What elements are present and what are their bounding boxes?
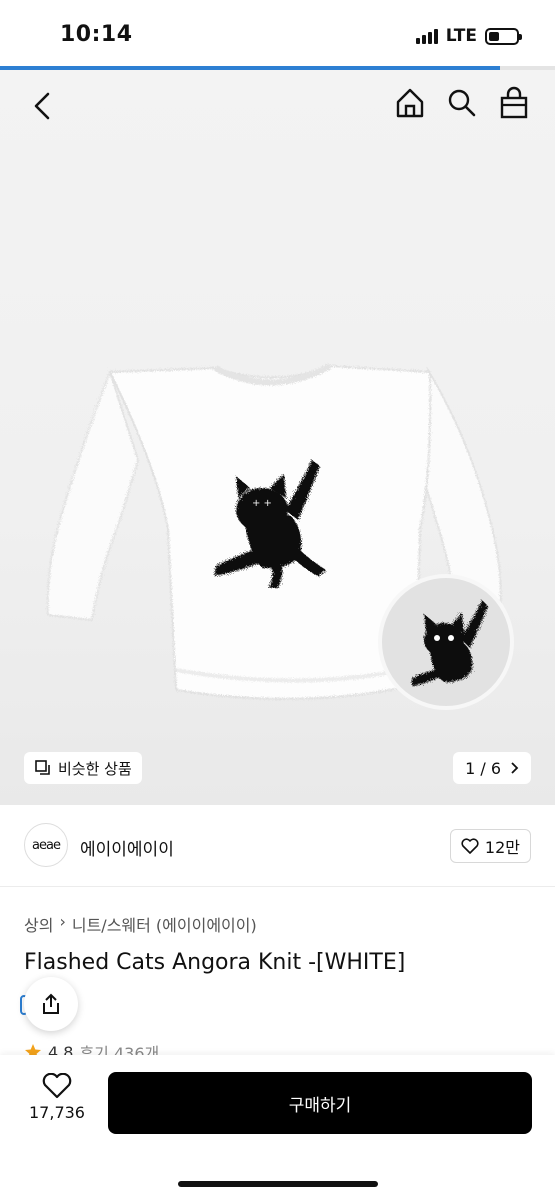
shopping-bag-icon[interactable] bbox=[499, 86, 529, 120]
share-button[interactable] bbox=[24, 977, 78, 1031]
search-icon[interactable] bbox=[447, 86, 477, 120]
wishlist-button[interactable]: 17,736 bbox=[26, 1073, 88, 1137]
brand-like-button[interactable]: 12만 bbox=[449, 829, 531, 863]
status-time: 10:14 bbox=[60, 22, 133, 47]
home-icon[interactable] bbox=[395, 86, 425, 120]
svg-text:+ +: + + bbox=[252, 498, 272, 509]
detail-zoom-image bbox=[378, 574, 514, 710]
signal-icon bbox=[415, 28, 438, 44]
brand-row[interactable]: aeae 에이이에이이 12만 bbox=[0, 805, 555, 887]
back-icon[interactable] bbox=[28, 88, 58, 124]
home-indicator[interactable] bbox=[178, 1181, 378, 1187]
chevron-right-icon bbox=[511, 762, 519, 774]
product-gallery[interactable]: + + 비슷한 상품 1 / 6 bbox=[0, 70, 555, 805]
share-icon bbox=[43, 993, 59, 1014]
brand-name[interactable]: 에이이에이이 bbox=[80, 835, 174, 860]
breadcrumb-separator-icon: › bbox=[59, 912, 66, 931]
brand-like-count: 12만 bbox=[484, 838, 520, 857]
copy-icon bbox=[35, 760, 50, 775]
heart-icon bbox=[42, 1073, 72, 1099]
top-nav-actions bbox=[395, 86, 529, 120]
wishlist-count: 17,736 bbox=[29, 1103, 85, 1122]
breadcrumb-item-subcategory[interactable]: 니트/스웨터 (에이이에이이) bbox=[72, 912, 257, 936]
similar-products-button[interactable]: 비슷한 상품 bbox=[24, 752, 142, 784]
breadcrumb-item-category[interactable]: 상의 bbox=[24, 912, 53, 936]
network-label: LTE bbox=[445, 26, 477, 46]
brand-logo-text: aeae bbox=[32, 837, 61, 853]
status-bar: 10:14 LTE bbox=[0, 0, 555, 66]
product-title: Flashed Cats Angora Knit -[WHITE] bbox=[24, 950, 406, 975]
buy-button[interactable]: 구매하기 bbox=[108, 1072, 532, 1134]
gallery-page-indicator[interactable]: 1 / 6 bbox=[453, 752, 531, 784]
battery-icon bbox=[485, 27, 522, 45]
similar-products-label: 비슷한 상품 bbox=[58, 759, 132, 778]
status-indicators: LTE bbox=[415, 26, 522, 46]
battery-level bbox=[489, 31, 500, 41]
cat-detail-graphic bbox=[412, 600, 488, 686]
heart-icon bbox=[461, 838, 479, 854]
brand-logo[interactable]: aeae bbox=[24, 823, 68, 867]
breadcrumb: 상의 › 니트/스웨터 (에이이에이이) bbox=[24, 912, 257, 936]
bottom-action-bar: 17,736 구매하기 bbox=[0, 1055, 555, 1200]
page-indicator-text: 1 / 6 bbox=[465, 758, 501, 778]
